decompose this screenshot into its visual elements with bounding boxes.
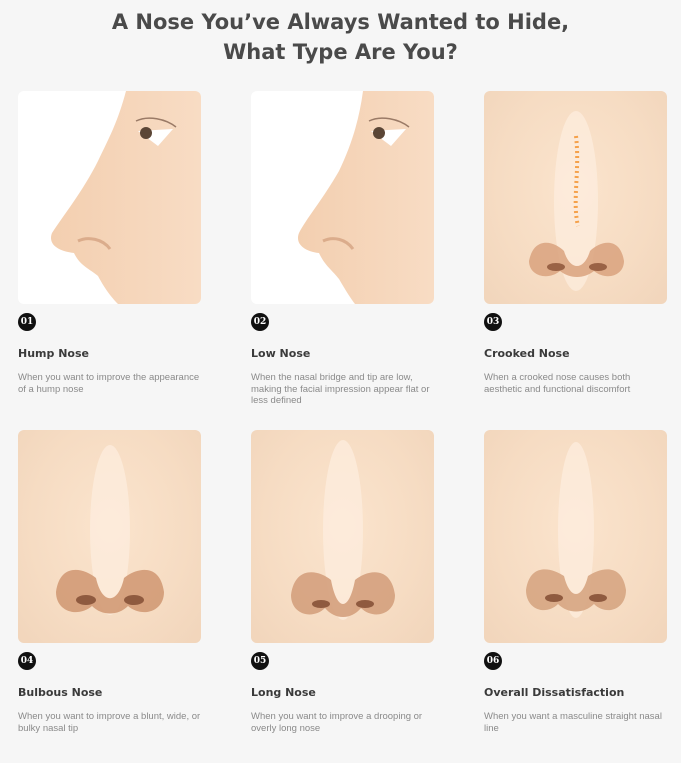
long-nose-illustration (251, 430, 434, 643)
card-title: Crooked Nose (484, 347, 570, 360)
card-number-badge: 03 (484, 313, 502, 331)
card-description: When you want to improve a drooping or o… (251, 711, 423, 734)
bulbous-nose-illustration (18, 430, 201, 643)
card-title: Long Nose (251, 686, 316, 699)
hump-nose-illustration (18, 91, 201, 304)
card-description: When you want a masculine straight nasal… (484, 711, 662, 734)
page-title-line-1: A Nose You’ve Always Wanted to Hide, (111, 10, 570, 34)
card-number-badge: 06 (484, 652, 502, 670)
card-number-badge: 01 (18, 313, 36, 331)
card-title: Hump Nose (18, 347, 89, 360)
nose-type-card-hump[interactable]: 01 Hump Nose When you want to improve th… (18, 91, 201, 395)
nose-type-card-low[interactable]: 02 Low Nose When the nasal bridge and ti… (251, 91, 434, 406)
card-title: Low Nose (251, 347, 311, 360)
card-description: When a crooked nose causes both aestheti… (484, 372, 631, 395)
straight-nose-illustration (484, 430, 667, 643)
nose-type-card-crooked[interactable]: 03 Crooked Nose When a crooked nose caus… (484, 91, 667, 395)
low-nose-illustration (251, 91, 434, 304)
card-number-badge: 04 (18, 652, 36, 670)
card-title: Overall Dissatisfaction (484, 686, 625, 699)
card-number-badge: 05 (251, 652, 269, 670)
page-title: A Nose You’ve Always Wanted to Hide, Wha… (0, 7, 681, 67)
page-title-line-2: What Type Are You? (223, 40, 458, 64)
nose-type-card-long[interactable]: 05 Long Nose When you want to improve a … (251, 430, 434, 734)
card-description: When the nasal bridge and tip are low, m… (251, 372, 430, 406)
crooked-nose-illustration (484, 91, 667, 304)
card-title: Bulbous Nose (18, 686, 103, 699)
nose-type-card-overall[interactable]: 06 Overall Dissatisfaction When you want… (484, 430, 667, 734)
card-number-badge: 02 (251, 313, 269, 331)
nose-type-card-bulbous[interactable]: 04 Bulbous Nose When you want to improve… (18, 430, 201, 734)
card-description: When you want to improve a blunt, wide, … (18, 711, 201, 734)
card-description: When you want to improve the appearance … (18, 372, 200, 395)
